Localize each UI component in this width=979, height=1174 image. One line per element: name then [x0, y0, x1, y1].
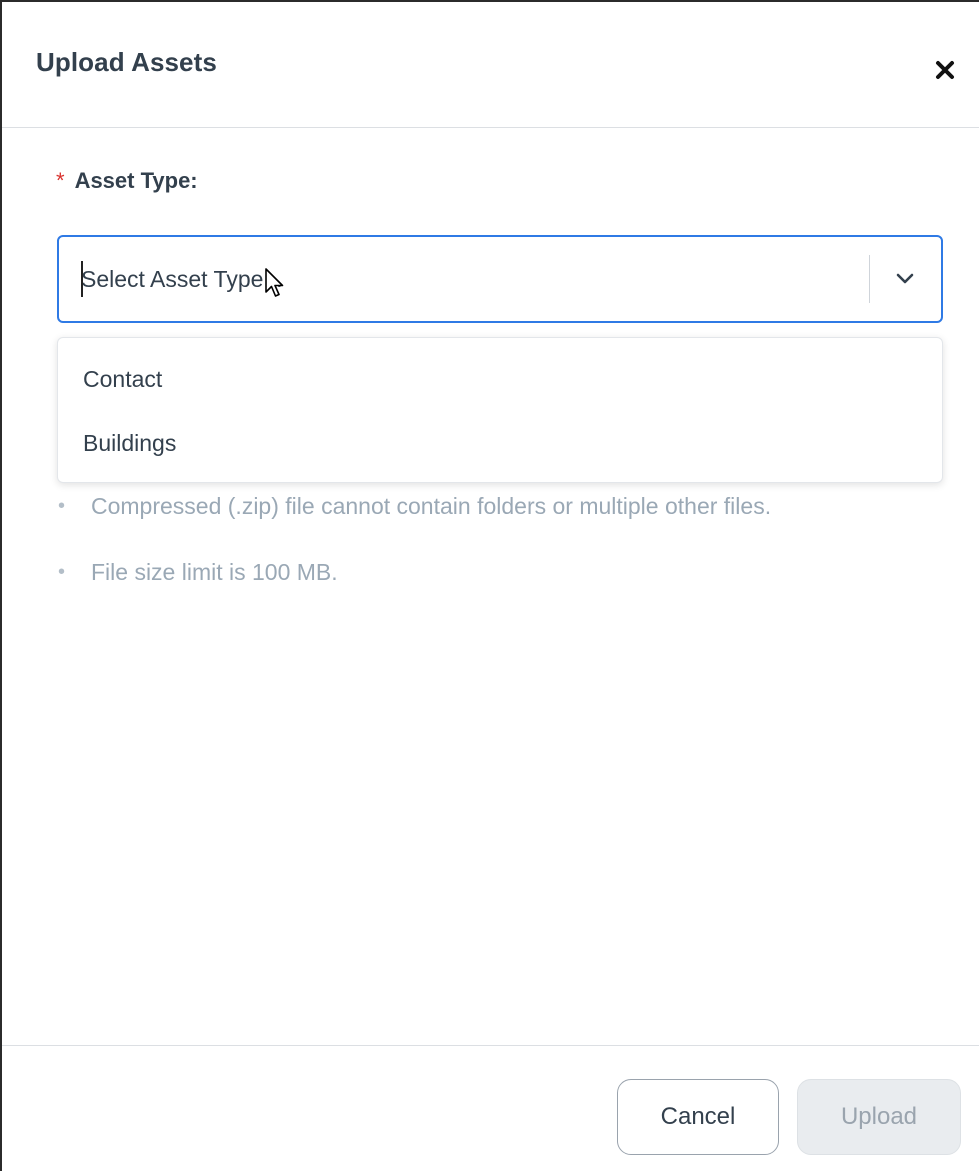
upload-notes: • Compressed (.zip) file cannot contain …: [58, 484, 958, 616]
cancel-button[interactable]: Cancel: [617, 1079, 779, 1155]
upload-button[interactable]: Upload: [797, 1079, 961, 1155]
bullet-icon: •: [58, 495, 66, 517]
chevron-down-icon: [896, 273, 914, 284]
note-item: • File size limit is 100 MB.: [58, 550, 958, 616]
asset-type-label: * Asset Type:: [56, 168, 198, 194]
bullet-icon: •: [58, 561, 66, 583]
dialog-title: Upload Assets: [36, 47, 217, 77]
menu-option-buildings[interactable]: Buildings: [58, 411, 942, 475]
text-caret: [81, 261, 83, 297]
note-text: Compressed (.zip) file cannot contain fo…: [91, 493, 772, 519]
note-text: File size limit is 100 MB.: [91, 559, 338, 585]
menu-option-contact[interactable]: Contact: [58, 347, 942, 411]
asset-type-input[interactable]: [81, 237, 841, 321]
upload-assets-dialog: Upload Assets * Asset Type: Contact Build…: [0, 0, 979, 1171]
note-item: • Compressed (.zip) file cannot contain …: [58, 484, 958, 550]
asset-type-select[interactable]: [57, 235, 943, 323]
required-marker: *: [56, 168, 65, 193]
select-toggle[interactable]: [885, 259, 925, 299]
close-icon: [936, 61, 954, 79]
select-divider: [869, 255, 870, 303]
dialog-header: Upload Assets: [2, 2, 979, 128]
asset-type-label-text: Asset Type:: [74, 168, 198, 193]
close-button[interactable]: [930, 55, 960, 85]
dialog-footer: Cancel Upload: [2, 1045, 979, 1174]
asset-type-menu: Contact Buildings: [57, 337, 943, 483]
